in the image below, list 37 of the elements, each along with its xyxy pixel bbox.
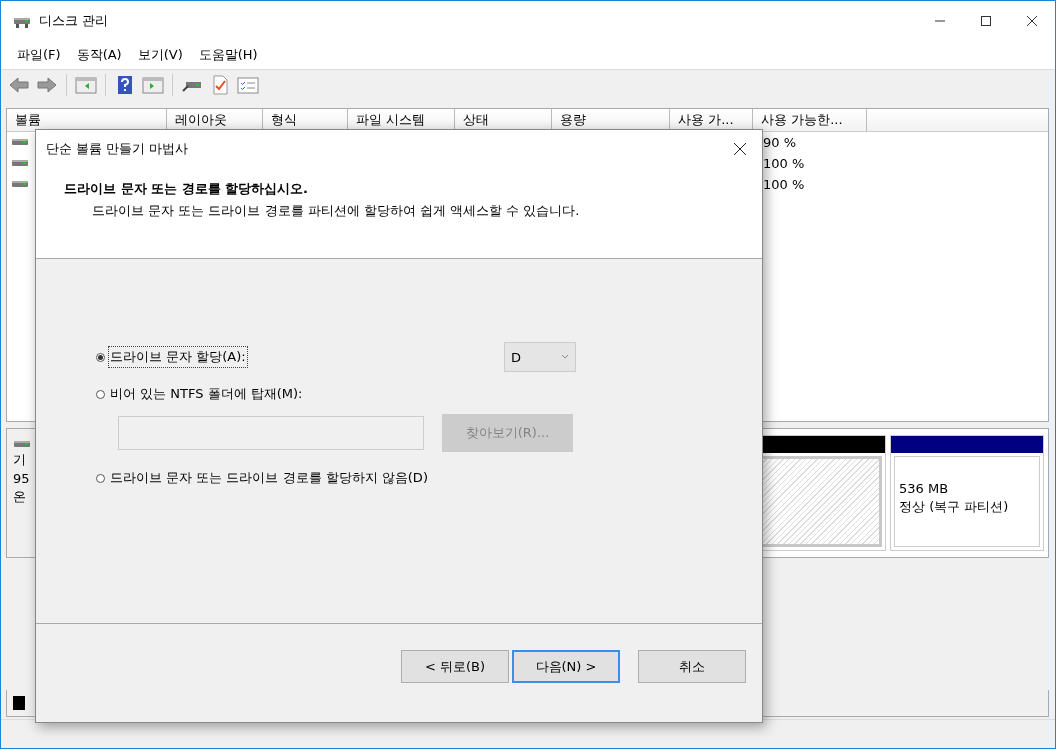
table-cell: 100 % [763, 177, 805, 192]
radio-button[interactable] [96, 473, 105, 483]
option-label[interactable]: 드라이브 문자 또는 드라이브 경로를 할당하지 않음(D) [108, 467, 430, 489]
menu-item[interactable]: 파일(F) [9, 46, 69, 64]
disk-label: 온 [13, 488, 26, 506]
menu-item[interactable]: 도움말(H) [190, 46, 266, 64]
close-icon [1026, 15, 1038, 27]
menu-item[interactable]: 보기(V) [129, 46, 191, 64]
dialog-description: 드라이브 문자 또는 드라이브 경로를 파티션에 할당하여 쉽게 액세스할 수 있습니다. [92, 202, 581, 220]
table-cell: 90 % [763, 135, 797, 150]
back-arrow-icon[interactable] [8, 75, 30, 95]
forward-arrow-icon[interactable] [36, 75, 58, 95]
table-cell: 100 % [763, 156, 805, 171]
drive-letter-dropdown[interactable]: D [504, 342, 576, 372]
partition-info: 정상 (복구 파티션) [899, 498, 1010, 516]
pane-icon[interactable] [75, 75, 97, 95]
dialog-button[interactable]: 다음(N) > [512, 650, 620, 683]
partition[interactable]: 536 MB 정상 (복구 파티션) [890, 435, 1044, 551]
radio-button[interactable] [96, 352, 105, 362]
option-label[interactable]: 비어 있는 NTFS 폴더에 탑재(M): [108, 383, 305, 405]
dialog-title: 단순 볼륨 만들기 마법사 [46, 140, 190, 158]
option-label[interactable]: 드라이브 문자 할당(A): [108, 346, 248, 368]
dialog-button[interactable]: 취소 [638, 650, 746, 683]
folder-path-field[interactable] [118, 416, 424, 450]
checklist-icon[interactable] [237, 75, 259, 95]
maximize-icon [980, 15, 992, 27]
menu-item[interactable]: 동작(A) [68, 46, 130, 64]
close-icon [733, 142, 747, 156]
radio-button[interactable] [96, 389, 105, 399]
window-title: 디스크 관리 [39, 12, 110, 30]
chevron-icon [561, 354, 569, 360]
dialog-button[interactable]: < 뒤로(B) [401, 650, 509, 683]
pane-icon[interactable] [142, 75, 164, 95]
disk-label: 95 [13, 471, 30, 486]
partition-info: 536 MB [899, 481, 950, 496]
disk-label: 기 [13, 451, 26, 469]
dialog-heading: 드라이브 문자 또는 경로를 할당하십시오. [64, 180, 310, 198]
